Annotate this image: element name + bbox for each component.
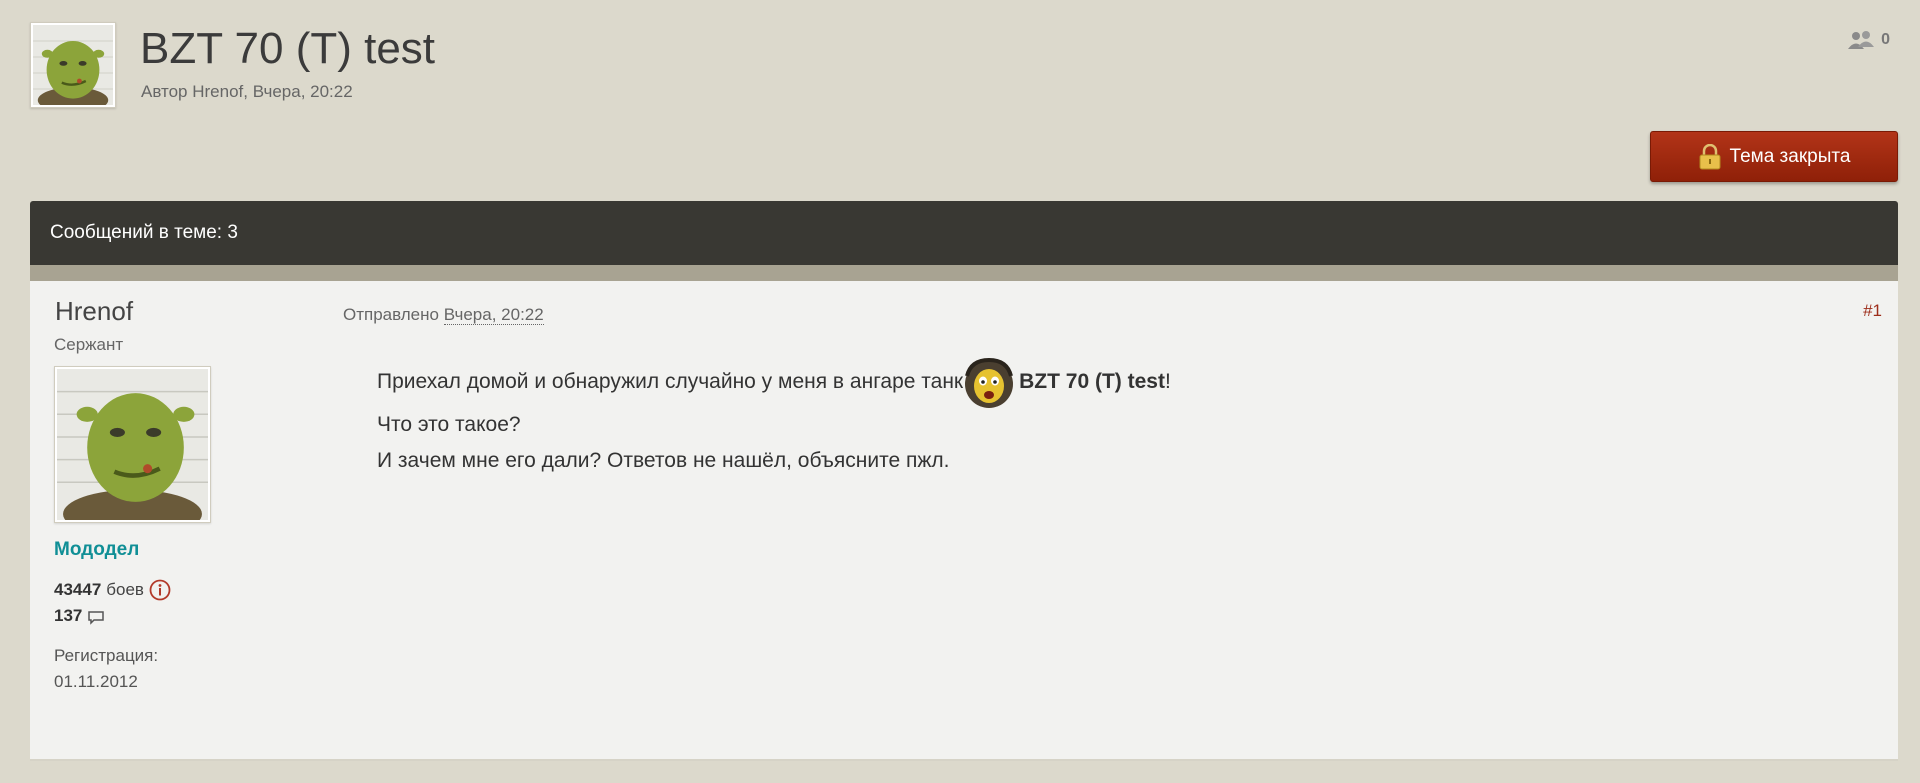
battles-label: боев: [106, 580, 144, 599]
page: BZT 70 (T) test Автор Hrenof, Вчера, 20:…: [0, 0, 1920, 783]
topic-header: BZT 70 (T) test Автор Hrenof, Вчера, 20:…: [30, 22, 1890, 114]
posts-count-bar: Сообщений в теме: 3: [30, 201, 1898, 265]
smiley-emoticon-icon: [965, 357, 1014, 408]
topic-title: BZT 70 (T) test: [140, 24, 436, 73]
post-date: Отправлено Вчера, 20:22: [343, 305, 544, 325]
messages-stat: 137: [54, 603, 171, 629]
topic-locked-button[interactable]: Тема закрыта: [1650, 131, 1898, 182]
battles-stat: 43447 боев: [54, 577, 171, 603]
bar-divider: [30, 265, 1898, 281]
battles-value: 43447: [54, 580, 102, 599]
post-author-registration: Регистрация: 01.11.2012: [54, 643, 158, 695]
post-sent-label: Отправлено: [343, 305, 439, 324]
post-author-rank: Сержант: [54, 335, 124, 354]
shrek-avatar-icon: [57, 369, 208, 520]
post-author-stats: 43447 боев 137: [54, 577, 171, 629]
post-body: Приехал домой и обнаружил случайно у мен…: [377, 357, 1171, 479]
post-line-1-text: Приехал домой и обнаружил случайно у мен…: [377, 370, 964, 393]
viewers-count: 0: [1881, 31, 1890, 48]
registration-date: 01.11.2012: [54, 672, 138, 691]
post-line-3: И зачем мне его дали? Ответов не нашёл, …: [377, 449, 950, 472]
registration-label: Регистрация:: [54, 646, 159, 665]
post-sent-date: Вчера, 20:22: [443, 305, 544, 325]
post-author-group: Мододел: [54, 539, 140, 560]
topic-locked-label: Тема закрыта: [1729, 145, 1851, 167]
lock-icon: [1699, 143, 1721, 169]
post-number-link[interactable]: #1: [1863, 301, 1882, 321]
message-icon: [88, 610, 105, 625]
post-author-name[interactable]: Hrenof: [55, 296, 133, 327]
users-icon: [1848, 31, 1875, 49]
post-line-2: Что это такое?: [377, 413, 521, 436]
viewers-counter[interactable]: 0: [1847, 30, 1890, 50]
messages-value: 137: [54, 606, 83, 625]
post-line-1-tank-name: BZT 70 (T) test: [1019, 370, 1165, 393]
shrek-avatar-icon: [33, 25, 113, 105]
post-author-avatar[interactable]: [54, 366, 211, 523]
topic-author-avatar[interactable]: [30, 22, 116, 108]
topic-meta: Автор Hrenof, Вчера, 20:22: [141, 82, 353, 101]
post-line-1: Приехал домой и обнаружил случайно у мен…: [377, 357, 1171, 408]
post-line-1-end: !: [1164, 370, 1171, 393]
info-icon[interactable]: [149, 579, 171, 601]
posts-count-label: Сообщений в теме: 3: [50, 222, 238, 243]
post: Hrenof Сержант Мододел 43447 боев 137 Ре…: [30, 281, 1898, 761]
